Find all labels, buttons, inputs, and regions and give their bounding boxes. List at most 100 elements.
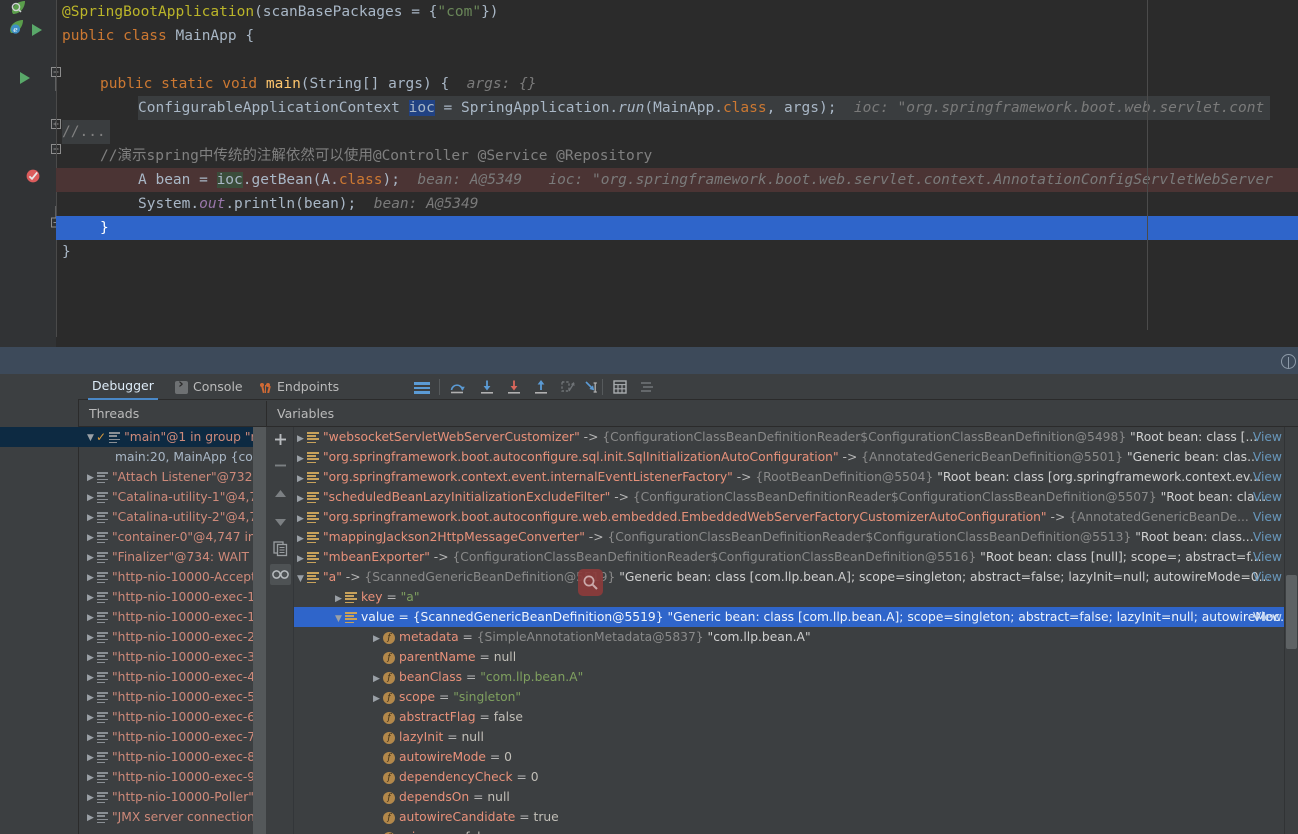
view-link[interactable]: View [1253,487,1282,507]
variable-row[interactable]: ▶ "org.springframework.context.event.inte… [294,467,1284,487]
chevron-right-icon[interactable]: ▶ [294,529,307,549]
chevron-right-icon[interactable]: ▶ [85,708,96,728]
chevron-down-icon[interactable]: ▼ [332,609,345,629]
chevron-right-icon[interactable]: ▶ [370,669,383,689]
variable-row[interactable]: ▶ "mbeanExporter" -> {ConfigurationClassB… [294,547,1284,567]
thread-row[interactable]: ▶ "Finalizer"@734: WAIT [79,547,266,567]
force-step-into-icon[interactable] [503,376,525,398]
thread-row[interactable]: main:20, MainApp {com. [79,447,266,467]
variable-row[interactable]: ▶ "org.springframework.boot.autoconfigure… [294,507,1284,527]
view-link[interactable]: View [1253,467,1282,487]
frames-layout-icon[interactable] [411,376,433,398]
tab-debugger[interactable]: Debugger [88,374,158,400]
thread-row[interactable]: ▶ "Catalina-utility-1"@4,733 [79,487,266,507]
thread-row[interactable]: ▶ "JMX server connection ti [79,807,266,827]
variable-row[interactable]: ▶ "org.springframework.boot.autoconfigure… [294,447,1284,467]
code-editor[interactable]: e @SpringBootApplication(scanBasePackage… [0,0,1298,676]
view-link[interactable]: View [1253,547,1282,567]
drop-frame-icon[interactable] [557,376,579,398]
chevron-right-icon[interactable]: ▶ [332,589,345,609]
remove-icon[interactable] [270,455,291,476]
layout-settings-icon[interactable] [636,376,658,398]
chevron-right-icon[interactable]: ▶ [85,728,96,748]
editor-gutter[interactable]: e [0,0,61,347]
chevron-right-icon[interactable]: ▶ [85,588,96,608]
chevron-right-icon[interactable]: ▶ [85,768,96,788]
spring-leaf-icon[interactable] [8,0,28,18]
move-down-icon[interactable] [270,511,291,532]
variable-row[interactable]: ▶ f metadata = {SimpleAnnotationMetadata@5… [294,627,1284,647]
chevron-right-icon[interactable]: ▶ [85,548,96,568]
variable-row[interactable]: f dependsOn = null [294,787,1284,807]
variable-row[interactable]: f abstractFlag = false [294,707,1284,727]
chevron-right-icon[interactable]: ▶ [85,528,96,548]
chevron-right-icon[interactable]: ▶ [85,468,96,488]
variable-row[interactable]: ▼ "a" -> {ScannedGenericBeanDefinition@55… [294,567,1284,587]
view-link[interactable]: View [1253,507,1282,527]
chevron-right-icon[interactable]: ▶ [85,808,96,828]
thread-row[interactable]: ▶ "http-nio-10000-exec-2"@ [79,627,266,647]
thread-row[interactable]: ▶ "http-nio-10000-exec-6"@ [79,707,266,727]
code-line-folded[interactable]: //... [62,120,110,144]
chevron-down-icon[interactable]: ▼ [85,428,96,448]
view-link[interactable]: View [1253,567,1282,587]
thread-row[interactable]: ▶ "http-nio-10000-exec-1"@ [79,587,266,607]
add-icon[interactable] [270,429,291,450]
code-lines[interactable]: @SpringBootApplication(scanBasePackages … [56,0,1298,330]
chevron-right-icon[interactable]: ▶ [85,508,96,528]
chevron-right-icon[interactable]: ▶ [85,488,96,508]
variables-tree[interactable]: ▶ "websocketServletWebServerCustomizer" -… [294,427,1284,834]
thread-row[interactable]: ▶ "Catalina-utility-2"@4,736 [79,507,266,527]
variable-row[interactable]: ▶ key = "a" [294,587,1284,607]
variable-row[interactable]: ▼ value = {ScannedGenericBeanDefinition@5… [294,607,1284,627]
step-out-icon[interactable] [530,376,552,398]
chevron-right-icon[interactable]: ▶ [85,668,96,688]
chevron-right-icon[interactable]: ▶ [294,469,307,489]
chevron-right-icon[interactable]: ▶ [85,628,96,648]
collapse-circle-icon[interactable] [1281,354,1296,369]
variable-row[interactable]: f dependencyCheck = 0 [294,767,1284,787]
variable-row[interactable]: ▶ "mappingJackson2HttpMessageConverter" -… [294,527,1284,547]
variable-row[interactable]: ▶ "websocketServletWebServerCustomizer" -… [294,427,1284,447]
variable-row[interactable]: ▶ f scope = "singleton" [294,687,1284,707]
thread-row[interactable]: ▶ "http-nio-10000-exec-10" [79,607,266,627]
copy-icon[interactable] [270,538,291,559]
thread-row[interactable]: ▶ "http-nio-10000-exec-9"@ [79,767,266,787]
view-link[interactable]: View [1253,427,1282,447]
chevron-right-icon[interactable]: ▶ [370,689,383,709]
chevron-right-icon[interactable]: ▶ [294,509,307,529]
chevron-right-icon[interactable]: ▶ [85,648,96,668]
step-into-icon[interactable] [476,376,498,398]
thread-row[interactable]: ▶ "http-nio-10000-exec-7"@ [79,727,266,747]
chevron-right-icon[interactable]: ▶ [85,608,96,628]
variables-vscrollbar-thumb[interactable] [1286,575,1297,649]
run-main-icon[interactable] [18,71,31,85]
variable-row[interactable]: ▶ f beanClass = "com.llp.bean.A" [294,667,1284,687]
threads-list[interactable]: ▼ ✓ "main"@1 in group "main main:20, MainAp… [79,427,266,834]
variable-row[interactable]: f autowireMode = 0 [294,747,1284,767]
thread-row[interactable]: ▶ "http-nio-10000-exec-8"@ [79,747,266,767]
view-link[interactable]: View [1253,527,1282,547]
chevron-right-icon[interactable]: ▶ [85,788,96,808]
thread-row[interactable]: ▶ "http-nio-10000-Acceptor [79,567,266,587]
chevron-right-icon[interactable]: ▶ [294,449,307,469]
thread-row[interactable]: ▶ "container-0"@4,747 in gr [79,527,266,547]
run-to-cursor-icon[interactable] [580,376,602,398]
run-class-icon[interactable] [30,23,43,37]
editor-hscrollbar-track[interactable] [57,333,1298,676]
evaluate-expression-icon[interactable] [609,376,631,398]
variable-row[interactable]: ▶ "scheduledBeanLazyInitializationExclude… [294,487,1284,507]
chevron-right-icon[interactable]: ▶ [85,688,96,708]
thread-row[interactable]: ▶ "Attach Listener"@732: RU [79,467,266,487]
tab-console[interactable]: Console [171,374,247,400]
variable-row[interactable]: f autowireCandidate = true [294,807,1284,827]
chevron-right-icon[interactable]: ▶ [370,629,383,649]
chevron-right-icon[interactable]: ▶ [294,429,307,449]
breakpoint-verified-icon[interactable] [25,168,41,184]
thread-row[interactable]: ▶ "http-nio-10000-exec-4"@ [79,667,266,687]
variable-row[interactable]: f lazyInit = null [294,727,1284,747]
chevron-right-icon[interactable]: ▶ [85,568,96,588]
thread-row[interactable]: ▶ "http-nio-10000-exec-3"@ [79,647,266,667]
tab-endpoints[interactable]: Endpoints [255,374,343,400]
chevron-down-icon[interactable]: ▼ [294,569,307,589]
